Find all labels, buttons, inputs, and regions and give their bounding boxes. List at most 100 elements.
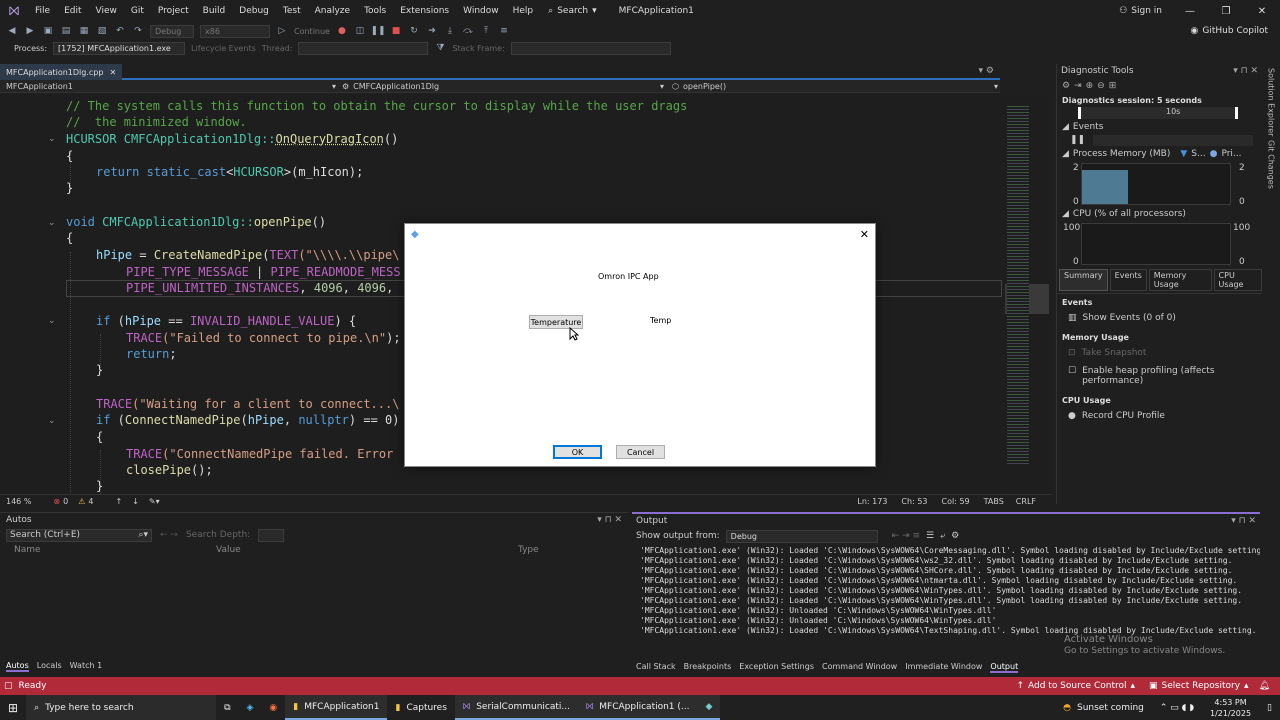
dialog-titlebar[interactable]: ◆ ✕	[405, 224, 875, 244]
step-out-icon[interactable]: ⤒	[480, 25, 492, 37]
taskbar-app-explorer-mfc[interactable]: ▮ MFCApplication1	[285, 695, 388, 720]
continue-icon[interactable]: ▷	[276, 25, 288, 37]
search-input[interactable]: Search (Ctrl+E)	[10, 530, 80, 540]
cpu-graph[interactable]	[1081, 223, 1231, 265]
close-icon[interactable]: ✕	[109, 68, 116, 77]
output-actions-icon[interactable]: ⇤ ⇥ ≡	[892, 531, 920, 541]
col-name[interactable]: Name	[14, 545, 41, 555]
tab-exception-settings[interactable]: Exception Settings	[739, 662, 814, 673]
maximize-button[interactable]: ❐	[1208, 6, 1244, 17]
tab-memory-usage[interactable]: Memory Usage	[1148, 269, 1212, 291]
comment-icon[interactable]: ≡	[498, 25, 510, 37]
minimize-button[interactable]: —	[1172, 6, 1208, 17]
settings-icon[interactable]: ⚙	[951, 531, 959, 541]
tab-cpu-usage[interactable]: CPU Usage	[1213, 269, 1262, 291]
autos-search[interactable]: Search (Ctrl+E) ⌕▾	[6, 528, 152, 542]
save-all-icon[interactable]: ▧	[96, 25, 108, 37]
tab-watch-1[interactable]: Watch 1	[70, 661, 103, 672]
warning-count[interactable]: 4	[88, 497, 93, 506]
timeline-row[interactable]: 10s	[1057, 106, 1262, 120]
close-window-button[interactable]: ✕	[1244, 6, 1280, 17]
select-repository[interactable]: Select Repository	[1162, 681, 1240, 691]
collapse-icon[interactable]: ◢	[1062, 209, 1069, 219]
taskbar-search-input[interactable]: Type here to search	[45, 703, 133, 713]
menu-test[interactable]: Test	[276, 6, 308, 16]
char-number[interactable]: Ch: 53	[901, 497, 927, 506]
tab-autos[interactable]: Autos	[6, 661, 29, 672]
menu-git[interactable]: Git	[124, 6, 151, 16]
menu-help[interactable]: Help	[506, 6, 541, 16]
mfc-app-running-icon[interactable]: ◆	[697, 695, 721, 720]
ok-button[interactable]: OK	[553, 445, 602, 459]
heap-profiling-row[interactable]: ☐ Enable heap profiling (affects perform…	[1068, 366, 1257, 386]
restart-icon[interactable]: ↻	[408, 25, 420, 37]
error-icon[interactable]: ⊗	[53, 497, 60, 506]
timeline-start-handle[interactable]	[1078, 107, 1081, 119]
new-project-icon[interactable]: ▣	[42, 25, 54, 37]
tab-immediate-window[interactable]: Immediate Window	[905, 662, 982, 673]
line-number[interactable]: Ln: 173	[857, 497, 887, 506]
task-view-icon[interactable]: ⧉	[216, 695, 238, 720]
tab-command-window[interactable]: Command Window	[822, 662, 897, 673]
collapse-icon[interactable]: ◢	[1062, 149, 1069, 159]
step-into-icon[interactable]: ⤓	[444, 25, 456, 37]
clock[interactable]: 4:53 PM 1/21/2025	[1202, 695, 1259, 720]
zoom-in-icon[interactable]: ⊕	[1086, 81, 1094, 91]
tab-solution-explorer[interactable]: Solution Explorer	[1267, 68, 1276, 136]
tab-overflow-icon[interactable]: ▾ ⚙	[979, 66, 994, 76]
reset-zoom-icon[interactable]: ⊞	[1109, 81, 1117, 91]
export-icon[interactable]: ⇥	[1074, 81, 1082, 91]
menu-file[interactable]: File	[28, 6, 57, 16]
collapse-icon[interactable]: ⌄	[48, 134, 58, 144]
record-cpu-link[interactable]: Record CPU Profile	[1082, 411, 1165, 421]
filter-icon[interactable]: ⧩	[434, 42, 446, 54]
process-dropdown[interactable]: [1752] MFCApplication1.exe	[53, 41, 186, 55]
member-dropdown[interactable]: ⬡ openPipe() ▾	[672, 80, 998, 93]
back-icon[interactable]: ◀	[6, 25, 18, 37]
platform-dropdown[interactable]: x86	[200, 24, 270, 38]
stack-frame-dropdown[interactable]	[510, 41, 671, 55]
menu-edit[interactable]: Edit	[57, 6, 88, 16]
collapse-icon[interactable]: ⌄	[48, 416, 58, 426]
menu-analyze[interactable]: Analyze	[308, 6, 357, 16]
menu-build[interactable]: Build	[196, 6, 233, 16]
dialog-close-button[interactable]: ✕	[860, 228, 869, 241]
code-minimap[interactable]	[1003, 94, 1051, 494]
menu-project[interactable]: Project	[151, 6, 196, 16]
gear-icon[interactable]: ⚙	[1062, 81, 1070, 91]
open-icon[interactable]: ▤	[60, 25, 72, 37]
notifications-icon[interactable]: 🔔︎	[1259, 681, 1270, 691]
windows-start-icon[interactable]: ⊞	[0, 695, 26, 720]
add-to-source-control[interactable]: Add to Source Control	[1028, 681, 1127, 691]
indent-mode[interactable]: TABS	[984, 497, 1004, 506]
class-dropdown[interactable]: ⚙ CMFCApplication1Dlg ▾	[342, 80, 664, 93]
warning-icon[interactable]: ⚠	[78, 497, 85, 506]
take-snapshot-row[interactable]: ⊡ Take Snapshot	[1068, 348, 1257, 358]
tab-breakpoints[interactable]: Breakpoints	[684, 662, 732, 673]
project-dropdown[interactable]: MFCApplication1 ▾	[6, 80, 336, 93]
collapse-icon[interactable]: ⌄	[48, 218, 58, 228]
taskbar-search[interactable]: ⌕ Type here to search	[26, 695, 217, 720]
menu-debug[interactable]: Debug	[232, 6, 276, 16]
error-count[interactable]: 0	[63, 497, 68, 506]
col-type[interactable]: Type	[518, 545, 539, 555]
stop-icon[interactable]: ■	[390, 25, 402, 37]
panel-controls-icon[interactable]: ▾ ⊓ ✕	[1231, 516, 1256, 526]
save-icon[interactable]: ▦	[78, 25, 90, 37]
lifecycle-events-label[interactable]: Lifecycle Events	[191, 44, 256, 53]
cancel-button[interactable]: Cancel	[616, 445, 665, 459]
timeline-end-handle[interactable]	[1235, 107, 1238, 119]
arrow-down-icon[interactable]: ↓	[132, 497, 139, 506]
configuration-dropdown[interactable]: Debug	[150, 24, 194, 38]
line-ending[interactable]: CRLF	[1016, 497, 1036, 506]
collapse-icon[interactable]: ⌄	[48, 316, 58, 326]
thread-dropdown[interactable]	[298, 41, 429, 55]
collapse-icon[interactable]: ◢	[1062, 122, 1069, 132]
tab-git-changes[interactable]: Git Changes	[1267, 140, 1276, 189]
github-copilot-button[interactable]: ◉ GitHub Copilot	[1191, 26, 1268, 36]
step-over-icon[interactable]: ⤼	[462, 25, 474, 37]
browser-link-icon[interactable]: ◫	[354, 25, 366, 37]
record-cpu-row[interactable]: ● Record CPU Profile	[1068, 411, 1257, 421]
show-next-statement-icon[interactable]: ➜	[426, 25, 438, 37]
word-wrap-icon[interactable]: ⤶	[940, 531, 945, 541]
